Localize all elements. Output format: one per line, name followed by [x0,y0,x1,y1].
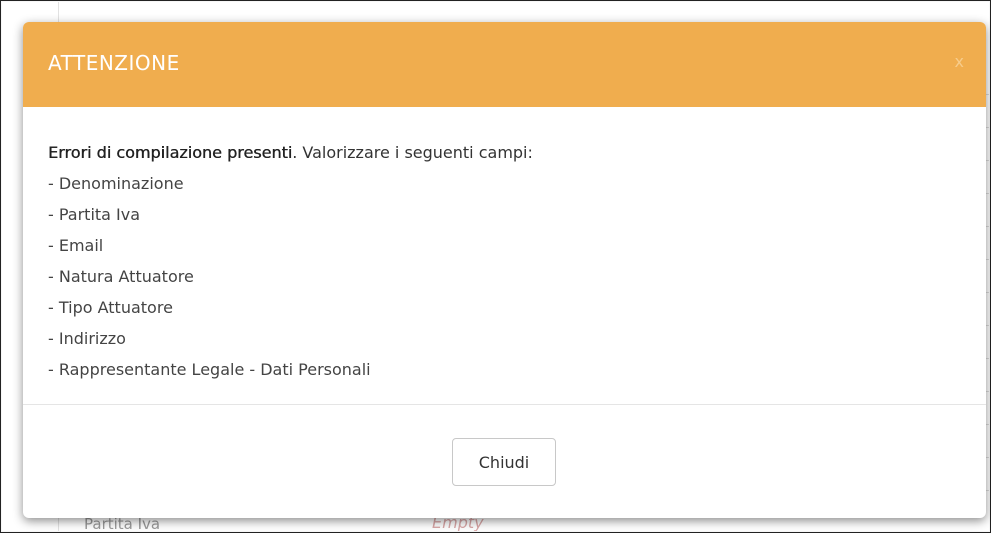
error-message-rest: . Valorizzare i seguenti campi: [292,143,533,162]
missing-field-item: - Indirizzo [48,329,126,348]
modal-header: ATTENZIONE x [23,22,986,107]
error-message-bold: Errori di compilazione presenti [48,143,293,162]
close-icon[interactable]: x [955,52,964,71]
modal-title: ATTENZIONE [48,51,180,75]
missing-field-item: - Rappresentante Legale - Dati Personali [48,360,371,379]
chiudi-button[interactable]: Chiudi [452,438,556,486]
missing-field-item: - Tipo Attuatore [48,298,173,317]
missing-field-item: - Partita Iva [48,205,141,224]
error-message: Errori di compilazione presenti. Valoriz… [48,137,961,168]
alert-modal: ATTENZIONE x Errori di compilazione pres… [23,22,986,518]
modal-footer: Chiudi [23,405,986,517]
missing-field-item: - Email [48,236,104,255]
missing-field-item: - Denominazione [48,174,184,193]
missing-field-item: - Natura Attuatore [48,267,194,286]
modal-body: Errori di compilazione presenti. Valoriz… [23,107,986,405]
